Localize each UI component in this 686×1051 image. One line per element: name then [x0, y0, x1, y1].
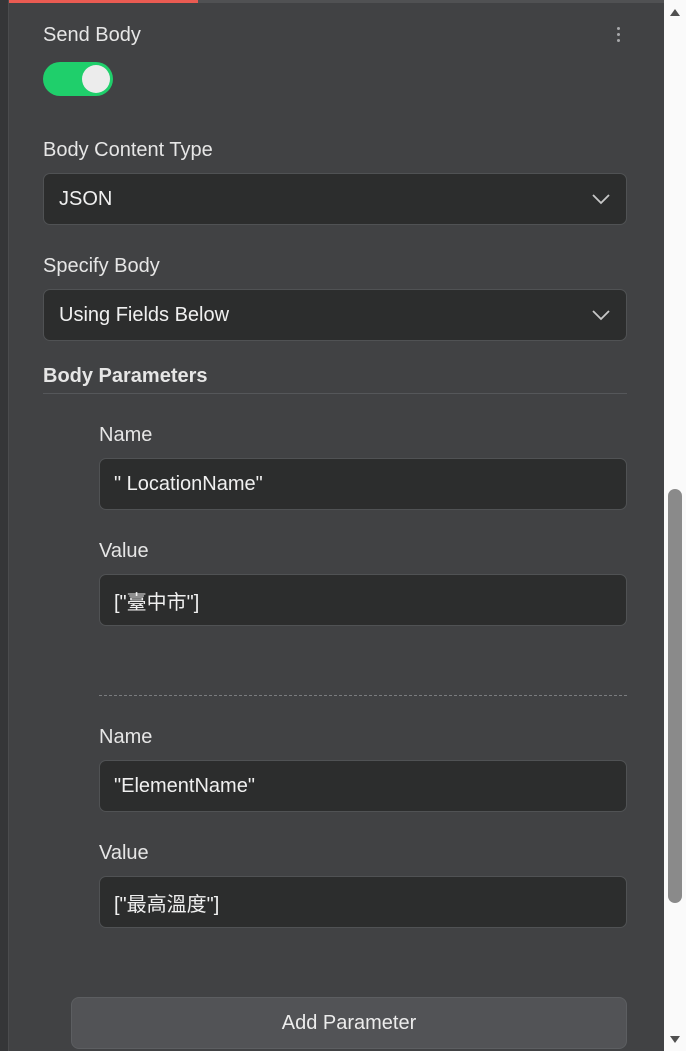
specify-body-value: Using Fields Below — [59, 303, 230, 326]
vertical-scrollbar[interactable] — [664, 0, 686, 1051]
parameter-value-label: Value — [99, 842, 149, 864]
parameters-panel: Send Body Body Content Type JSON Specify… — [9, 3, 664, 1051]
left-edge-strip — [0, 0, 9, 1051]
specify-body-select[interactable]: Using Fields Below — [43, 289, 627, 341]
parameter-value-input[interactable]: ["臺中市"] — [99, 574, 627, 626]
body-parameters-title: Body Parameters — [43, 365, 208, 387]
parameter-name-value: " LocationName" — [114, 472, 263, 495]
parameter-value-input[interactable]: ["最高溫度"] — [99, 876, 627, 928]
chevron-down-icon — [592, 310, 610, 321]
section-divider — [43, 393, 627, 394]
body-content-type-value: JSON — [59, 187, 113, 210]
parameter-name-label: Name — [99, 726, 153, 748]
parameter-name-value: "ElementName" — [114, 774, 255, 797]
scrollbar-thumb[interactable] — [668, 489, 682, 903]
send-body-label: Send Body — [43, 24, 141, 46]
parameter-name-label: Name — [99, 424, 153, 446]
chevron-down-icon — [592, 194, 610, 205]
specify-body-label: Specify Body — [43, 255, 160, 277]
body-content-type-label: Body Content Type — [43, 139, 213, 161]
parameter-separator — [99, 695, 627, 696]
send-body-toggle[interactable] — [43, 62, 113, 96]
add-parameter-button[interactable]: Add Parameter — [71, 997, 627, 1049]
parameter-value-value: ["最高溫度"] — [114, 893, 220, 916]
scroll-down-arrow-icon[interactable] — [670, 1036, 680, 1043]
body-content-type-select[interactable]: JSON — [43, 173, 627, 225]
more-vertical-icon[interactable] — [613, 27, 623, 47]
parameter-value-value: ["臺中市"] — [114, 591, 200, 614]
toggle-knob — [82, 65, 110, 93]
parameter-value-label: Value — [99, 540, 149, 562]
parameter-name-input[interactable]: " LocationName" — [99, 458, 627, 510]
scroll-up-arrow-icon[interactable] — [670, 9, 680, 16]
parameter-name-input[interactable]: "ElementName" — [99, 760, 627, 812]
